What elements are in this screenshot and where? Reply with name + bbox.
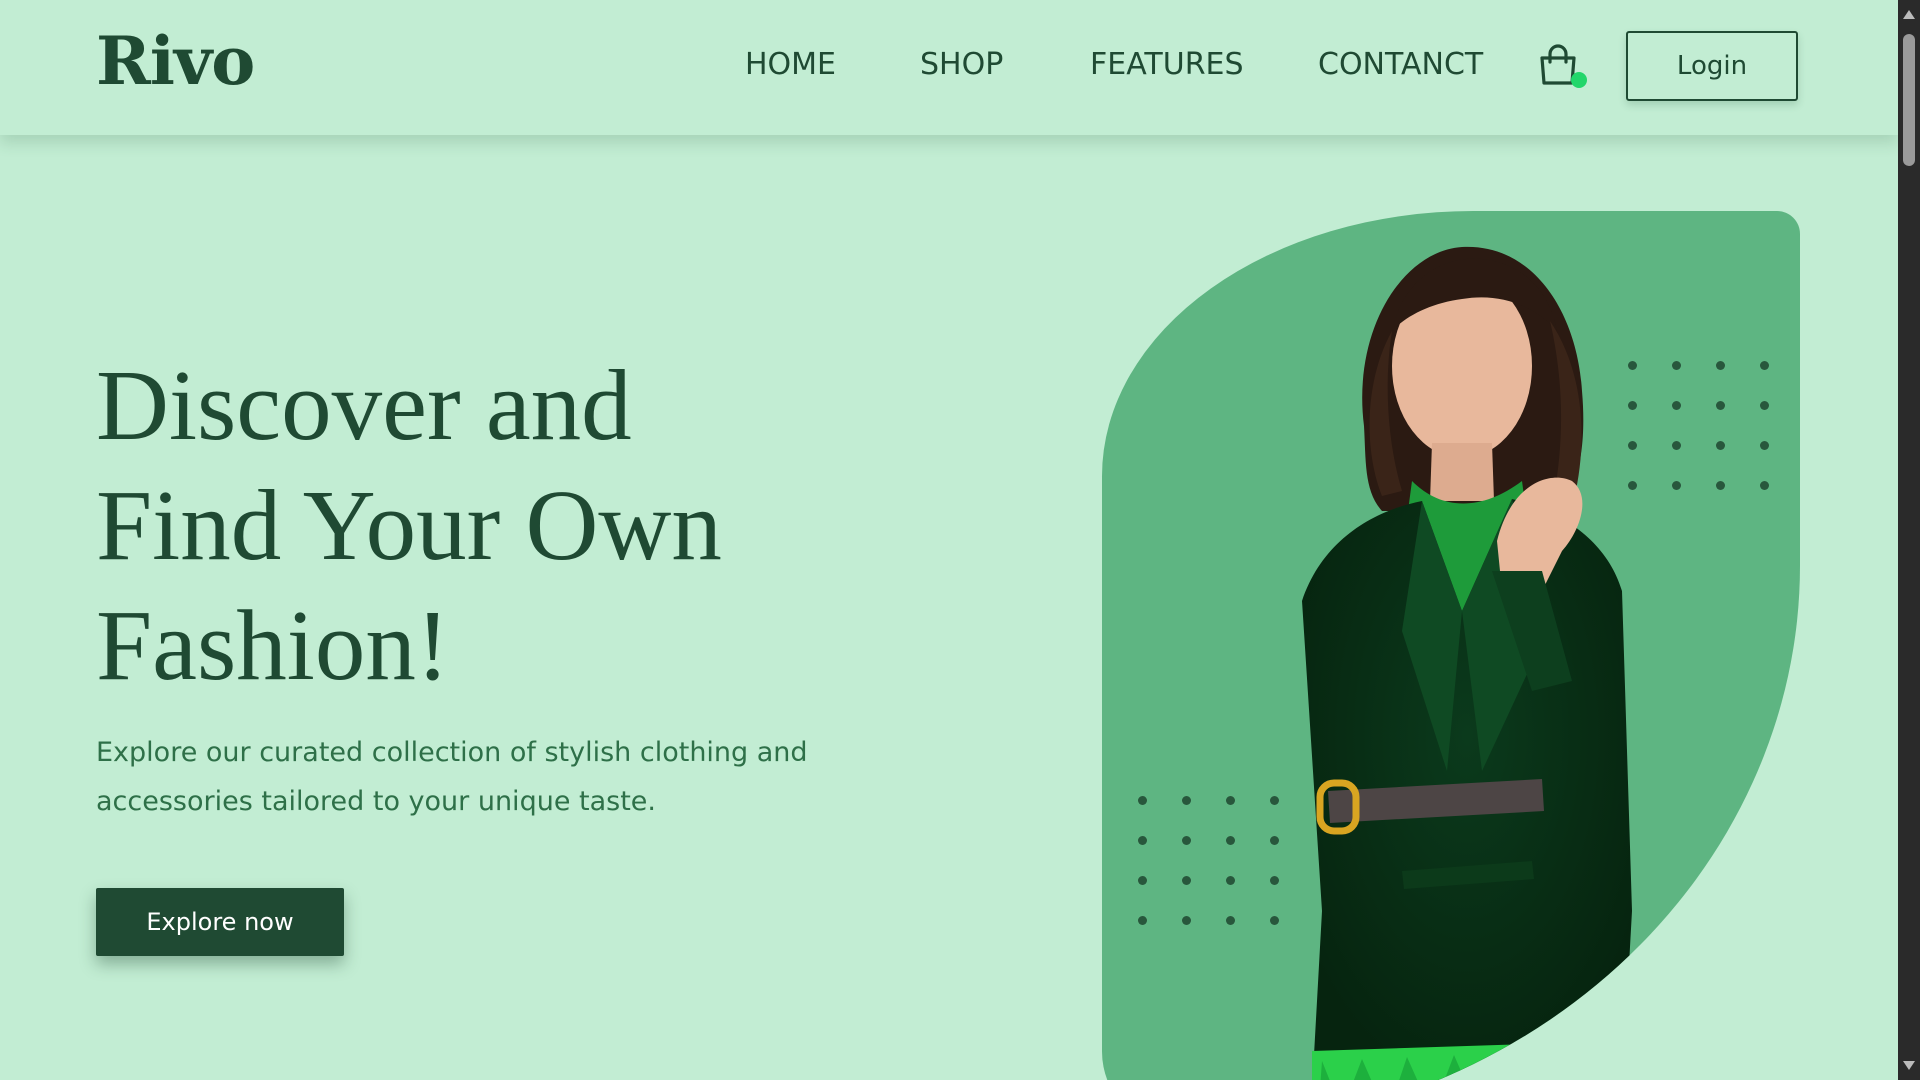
pattern-dot: [1270, 916, 1279, 925]
hero-title-line: Fashion!: [96, 589, 450, 701]
hero-title-line: Find Your Own: [96, 469, 722, 581]
dot-pattern-top: [1628, 361, 1769, 491]
hero-title-line: Discover and: [96, 349, 632, 461]
nav-shop[interactable]: SHOP: [920, 47, 1003, 82]
pattern-dot: [1760, 401, 1769, 410]
pattern-dot: [1182, 916, 1191, 925]
pattern-dot: [1716, 481, 1725, 490]
pattern-dot: [1760, 481, 1769, 490]
pattern-dot: [1716, 361, 1725, 370]
pattern-dot: [1716, 401, 1725, 410]
page: Rivo HOME SHOP FEATURES CONTANCT Login D…: [0, 0, 1898, 1080]
explore-now-button[interactable]: Explore now: [96, 888, 344, 956]
pattern-dot: [1672, 401, 1681, 410]
logo[interactable]: Rivo: [96, 22, 255, 100]
pattern-dot: [1182, 876, 1191, 885]
pattern-dot: [1672, 361, 1681, 370]
pattern-dot: [1226, 796, 1235, 805]
site-header: Rivo HOME SHOP FEATURES CONTANCT Login: [0, 0, 1898, 135]
pattern-dot: [1760, 361, 1769, 370]
hero-subtitle: Explore our curated collection of stylis…: [96, 737, 808, 817]
pattern-dot: [1270, 836, 1279, 845]
pattern-dot: [1760, 441, 1769, 450]
vertical-scrollbar[interactable]: [1898, 0, 1920, 1080]
pattern-dot: [1138, 916, 1147, 925]
pattern-dot: [1138, 876, 1147, 885]
scroll-down-arrow-icon[interactable]: [1903, 1061, 1915, 1070]
pattern-dot: [1628, 481, 1637, 490]
pattern-dot: [1716, 441, 1725, 450]
login-button[interactable]: Login: [1626, 31, 1798, 101]
dot-pattern-bottom: [1138, 796, 1279, 926]
pattern-dot: [1182, 796, 1191, 805]
pattern-dot: [1628, 361, 1637, 370]
pattern-dot: [1138, 796, 1147, 805]
pattern-dot: [1138, 836, 1147, 845]
pattern-dot: [1628, 401, 1637, 410]
hero-image-blob: [1102, 211, 1800, 1080]
pattern-dot: [1672, 441, 1681, 450]
cart-button[interactable]: [1538, 44, 1587, 92]
scrollbar-thumb[interactable]: [1903, 34, 1915, 166]
pattern-dot: [1226, 836, 1235, 845]
pattern-dot: [1270, 876, 1279, 885]
cart-badge: [1571, 72, 1587, 88]
pattern-dot: [1672, 481, 1681, 490]
nav-features[interactable]: FEATURES: [1090, 47, 1244, 82]
hero-model-photo: [1302, 246, 1632, 1080]
hero-title: Discover and Find Your Own Fashion!: [96, 345, 916, 705]
scroll-up-arrow-icon[interactable]: [1903, 10, 1915, 19]
nav-contact[interactable]: CONTANCT: [1318, 47, 1483, 82]
pattern-dot: [1182, 836, 1191, 845]
pattern-dot: [1270, 796, 1279, 805]
pattern-dot: [1226, 876, 1235, 885]
pattern-dot: [1226, 916, 1235, 925]
nav-home[interactable]: HOME: [745, 47, 836, 82]
pattern-dot: [1628, 441, 1637, 450]
